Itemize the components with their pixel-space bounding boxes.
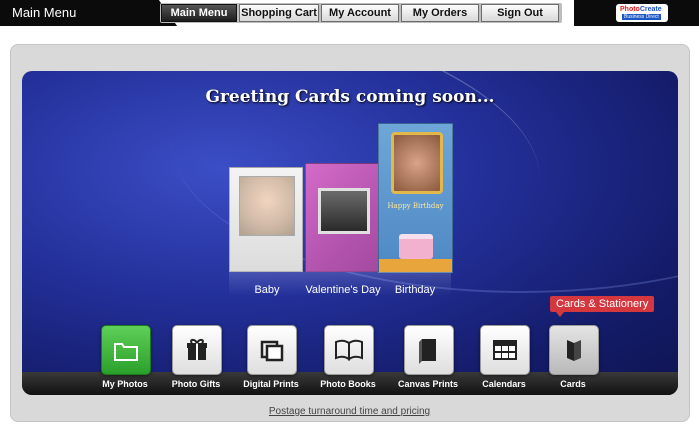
calendars-label: Calendars (482, 379, 526, 389)
birthday-card-text: Happy Birthday (387, 202, 444, 210)
calendars-button[interactable] (480, 325, 530, 375)
cards-button[interactable] (549, 325, 599, 375)
nav-my-orders[interactable]: My Orders (401, 4, 479, 22)
card-label-valentines: Valentine's Day (305, 284, 381, 296)
postage-link[interactable]: Postage turnaround time and pricing (0, 406, 699, 417)
card-label-birthday: Birthday (394, 284, 436, 296)
brand-logo: PhotoCreate Business Direct (616, 4, 668, 22)
canvas-prints-label: Canvas Prints (397, 379, 459, 389)
my-photos-button[interactable] (101, 325, 151, 375)
baby-card-image (229, 167, 303, 272)
cards-label: Cards (560, 379, 586, 389)
photo-books-label: Photo Books (320, 379, 376, 389)
calendar-icon (493, 340, 517, 360)
logo-text: PhotoCreate (620, 6, 662, 13)
canvas-icon (419, 339, 436, 364)
valentines-card-image (305, 163, 380, 272)
book-icon (335, 339, 363, 361)
photo-gifts-label: Photo Gifts (171, 379, 221, 389)
banner-headline: Greeting Cards coming soon... (205, 87, 495, 107)
canvas-prints-button[interactable] (404, 325, 454, 375)
nav-my-account[interactable]: My Account (321, 4, 399, 22)
cards-tooltip: Cards & Stationery (550, 296, 655, 317)
promo-banner: Greeting Cards coming soon... Happy Birt… (22, 71, 678, 395)
card-icon (567, 340, 581, 361)
digital-prints-button[interactable] (247, 325, 297, 375)
couple-photo (318, 188, 370, 234)
nav-shopping-cart[interactable]: Shopping Cart (239, 4, 319, 22)
my-photos-label: My Photos (102, 379, 148, 389)
photo-gifts-button[interactable] (172, 325, 222, 375)
nav-sign-out[interactable]: Sign Out (481, 4, 559, 22)
page-title: Main Menu (12, 5, 77, 20)
logo-subtext: Business Direct (622, 14, 661, 20)
cake-icon (399, 234, 433, 259)
nav-main-menu[interactable]: Main Menu (161, 4, 237, 22)
prints-icon (260, 340, 284, 362)
card-label-baby: Baby (254, 284, 280, 296)
top-bar: Main Menu Main Menu Shopping Cart My Acc… (0, 0, 699, 26)
main-nav: Main Menu Shopping Cart My Account My Or… (160, 3, 562, 23)
gift-icon (187, 339, 207, 360)
digital-prints-label: Digital Prints (243, 379, 299, 389)
photo-books-button[interactable] (324, 325, 374, 375)
folder-icon (114, 343, 138, 361)
birthday-card-image: Happy Birthday (378, 123, 453, 273)
baby-photo (239, 176, 295, 236)
family-photo (391, 132, 443, 194)
